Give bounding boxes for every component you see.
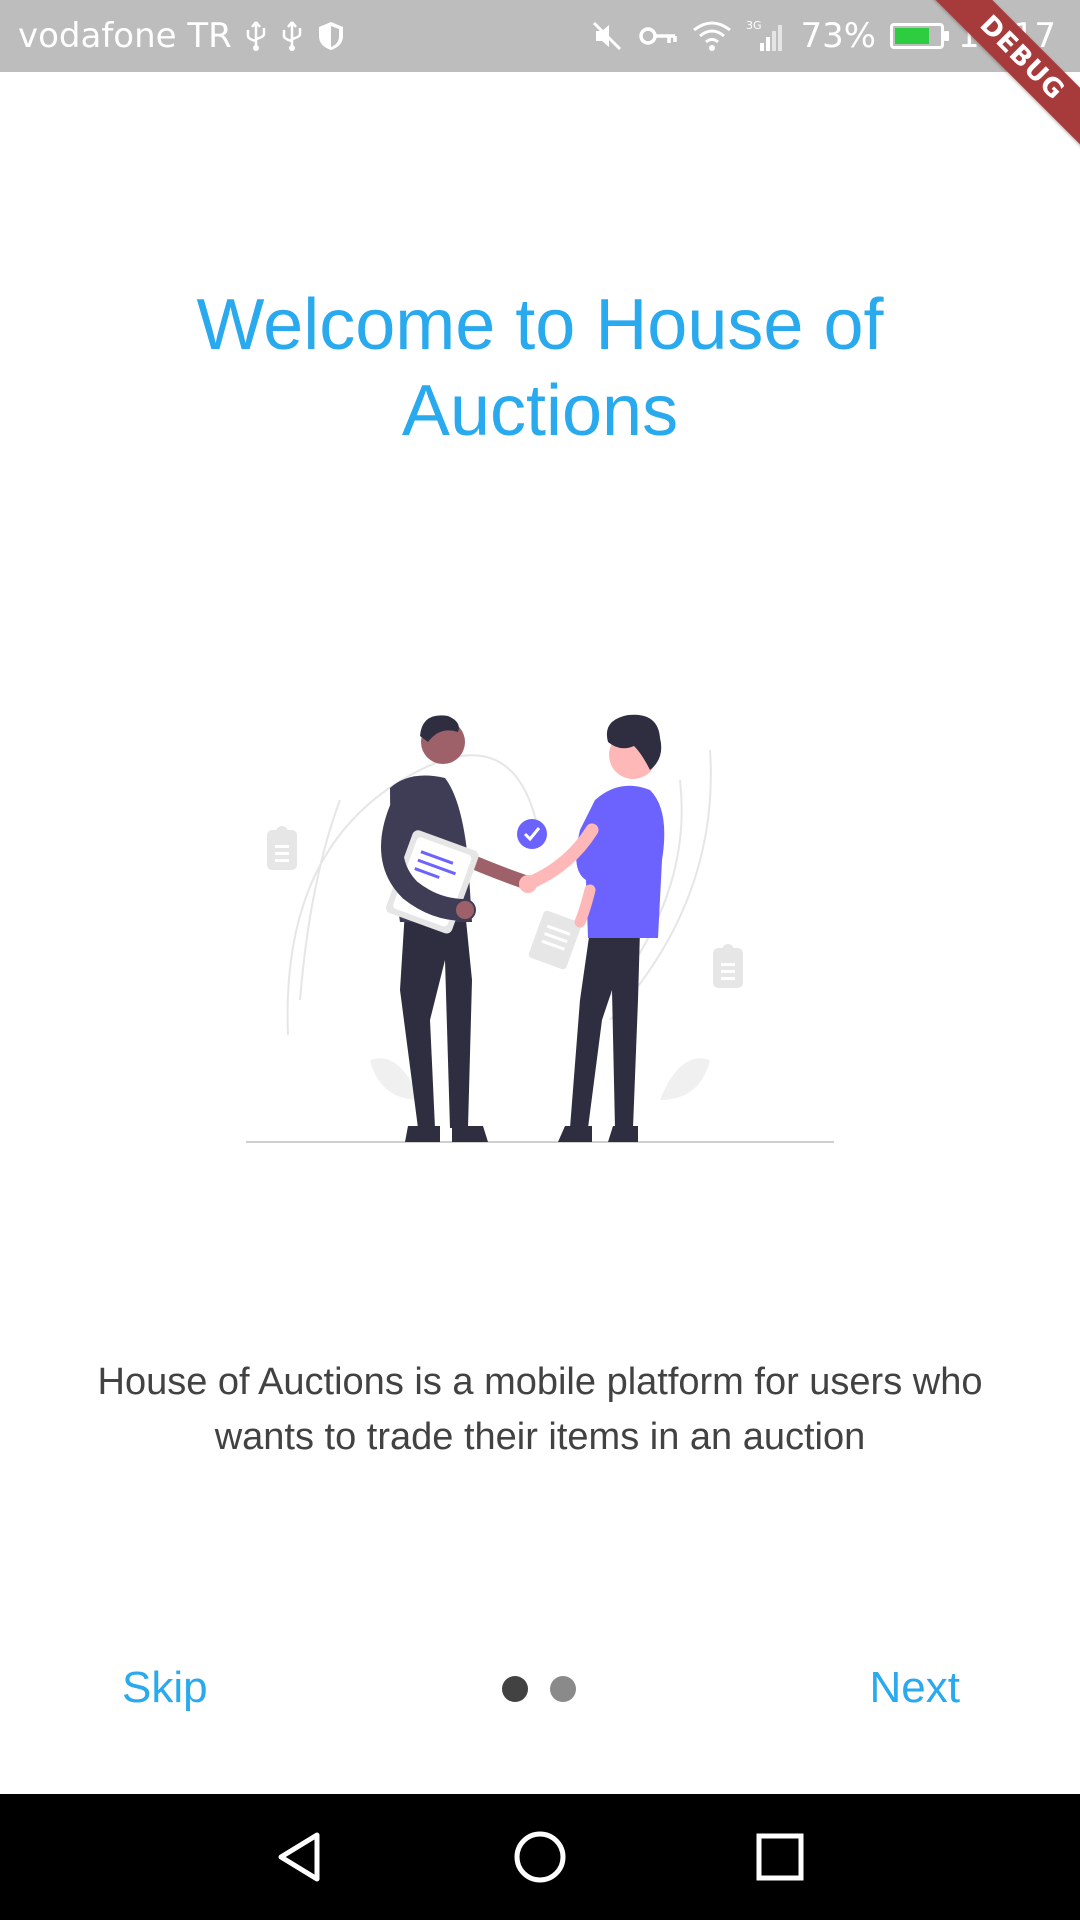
mute-icon — [590, 19, 624, 53]
usb-icon — [244, 20, 268, 52]
onboarding-description: House of Auctions is a mobile platform f… — [97, 1361, 983, 1458]
tag-icon — [267, 826, 297, 870]
home-icon[interactable] — [510, 1827, 570, 1887]
back-icon[interactable] — [270, 1827, 330, 1887]
next-button[interactable]: Next — [870, 1652, 960, 1724]
check-icon — [517, 819, 547, 849]
shield-icon — [316, 20, 346, 52]
status-bar: vodafone TR 3G 73% — [0, 0, 1080, 72]
network-type-label: 3G — [746, 19, 762, 32]
onboarding-footer: Skip Next — [0, 1652, 1080, 1724]
skip-button[interactable]: Skip — [122, 1652, 208, 1724]
wifi-icon — [692, 20, 732, 52]
page-indicator — [502, 1676, 576, 1702]
vpn-key-icon — [638, 24, 678, 48]
handshake-illustration — [240, 660, 840, 1150]
battery-icon — [890, 23, 950, 49]
page-title: Welcome to House of Auctions — [196, 285, 884, 451]
carrier-label: vodafone TR — [18, 16, 232, 56]
signal-icon: 3G — [746, 19, 786, 53]
page-dot — [550, 1676, 576, 1702]
usb-icon — [280, 20, 304, 52]
recents-icon[interactable] — [750, 1827, 810, 1887]
system-navigation-bar — [0, 1794, 1080, 1920]
onboarding-screen: vodafone TR 3G 73% DEBUG Welcome to Hous… — [0, 0, 1080, 1920]
battery-percent: 73% — [800, 16, 877, 56]
page-dot-active — [502, 1676, 528, 1702]
status-bar-left: vodafone TR — [18, 16, 346, 56]
tag-icon — [713, 944, 743, 988]
